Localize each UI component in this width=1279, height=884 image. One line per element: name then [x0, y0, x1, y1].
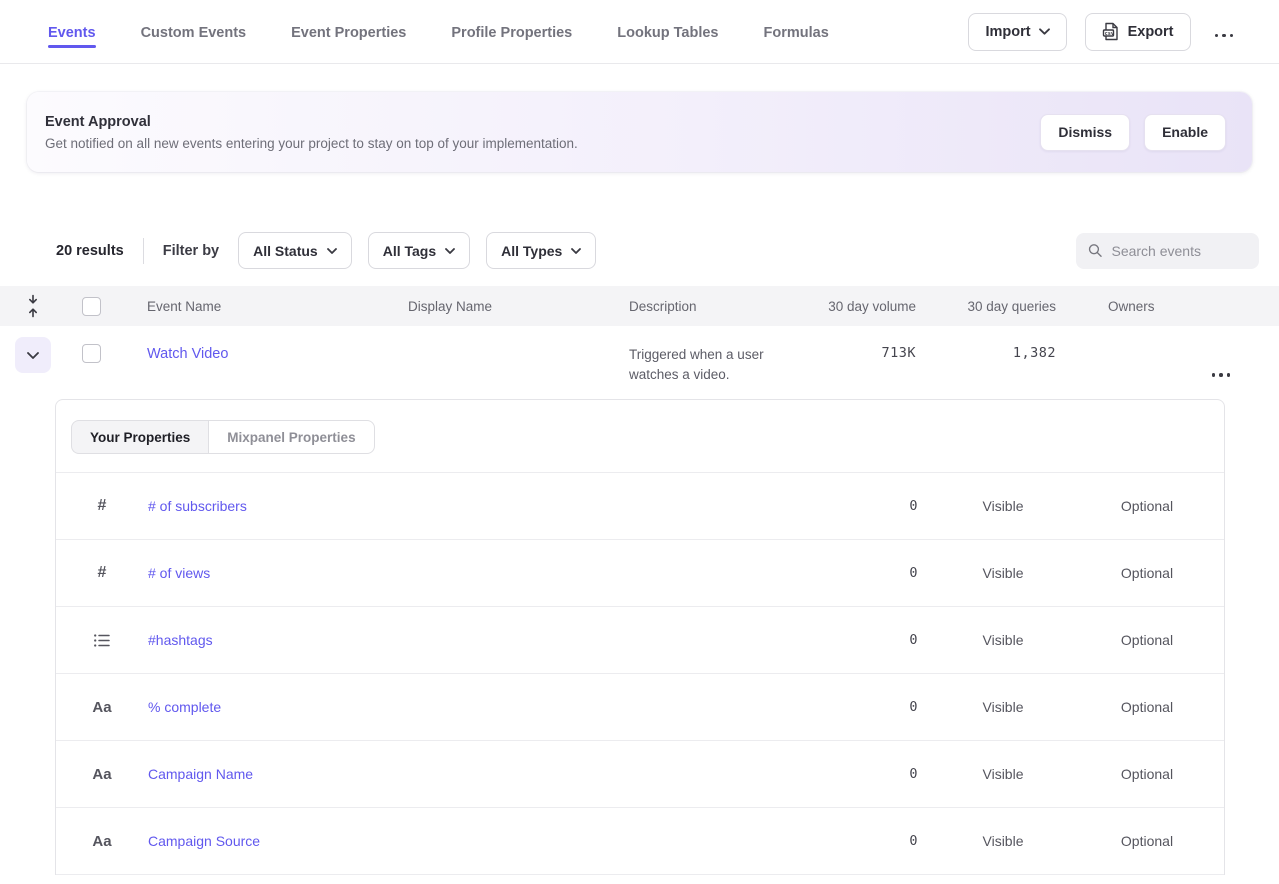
search-events-box[interactable]: [1076, 233, 1259, 269]
property-row: Aa % complete 0 Visible Optional: [56, 674, 1224, 741]
select-all-checkbox[interactable]: [82, 297, 101, 316]
enable-button[interactable]: Enable: [1144, 114, 1226, 151]
property-requirement: Optional: [1088, 632, 1206, 648]
property-queries: 0: [818, 833, 918, 849]
property-row: #hashtags 0 Visible Optional: [56, 607, 1224, 674]
chevron-down-icon: [571, 248, 581, 254]
results-count: 20 results: [56, 243, 124, 259]
tab-profile-properties[interactable]: Profile Properties: [451, 3, 572, 60]
tab-custom-events[interactable]: Custom Events: [141, 3, 247, 60]
csv-file-icon: csv: [1102, 22, 1120, 41]
property-row: Aa Campaign Name 0 Visible Optional: [56, 741, 1224, 808]
search-icon: [1088, 242, 1102, 259]
ellipsis-icon: [1212, 365, 1231, 377]
property-visibility: Visible: [918, 766, 1088, 782]
property-visibility: Visible: [918, 565, 1088, 581]
property-name-link[interactable]: Campaign Name: [148, 766, 818, 782]
column-30-day-queries: 30 day queries: [920, 299, 1060, 314]
event-properties-panel: Your Properties Mixpanel Properties # # …: [55, 399, 1225, 875]
property-name-link[interactable]: # of views: [148, 565, 818, 581]
ellipsis-icon: [1215, 26, 1234, 38]
svg-text:csv: csv: [1104, 31, 1113, 37]
property-visibility: Visible: [918, 699, 1088, 715]
chevron-down-icon: [1039, 28, 1050, 35]
chevron-down-icon: [445, 248, 455, 254]
tab-mixpanel-properties[interactable]: Mixpanel Properties: [208, 420, 374, 454]
column-event-name: Event Name: [131, 299, 392, 314]
tab-lookup-tables[interactable]: Lookup Tables: [617, 3, 718, 60]
property-name-link[interactable]: % complete: [148, 699, 818, 715]
collapse-row-button[interactable]: [15, 337, 51, 373]
text-type-icon: Aa: [92, 766, 111, 783]
property-name-link[interactable]: #hashtags: [148, 632, 818, 648]
status-filter-dropdown[interactable]: All Status: [238, 232, 352, 269]
property-visibility: Visible: [918, 833, 1088, 849]
tab-your-properties[interactable]: Your Properties: [71, 420, 208, 454]
collapse-all-icon[interactable]: [25, 293, 41, 319]
banner-description: Get notified on all new events entering …: [45, 136, 1040, 151]
tab-events[interactable]: Events: [48, 3, 96, 60]
nav-actions: Import csv Export: [968, 13, 1239, 51]
column-description: Description: [613, 299, 803, 314]
property-row: Aa Campaign Source 0 Visible Optional: [56, 808, 1224, 875]
events-table: Event Name Display Name Description 30 d…: [0, 286, 1279, 384]
event-approval-banner: Event Approval Get notified on all new e…: [27, 92, 1252, 172]
property-requirement: Optional: [1088, 565, 1206, 581]
banner-title: Event Approval: [45, 114, 1040, 130]
properties-tab-group: Your Properties Mixpanel Properties: [71, 420, 375, 454]
dismiss-button[interactable]: Dismiss: [1040, 114, 1130, 151]
list-type-icon: [94, 634, 110, 647]
property-queries: 0: [818, 498, 918, 514]
property-name-link[interactable]: Campaign Source: [148, 833, 818, 849]
property-visibility: Visible: [918, 498, 1088, 514]
column-30-day-volume: 30 day volume: [803, 299, 920, 314]
tags-filter-dropdown[interactable]: All Tags: [368, 232, 470, 269]
property-queries: 0: [818, 766, 918, 782]
column-owners: Owners: [1060, 299, 1180, 314]
nav-more-button[interactable]: [1209, 20, 1240, 44]
filter-by-label: Filter by: [163, 243, 219, 259]
search-input[interactable]: [1111, 243, 1247, 259]
property-row: # # of views 0 Visible Optional: [56, 540, 1224, 607]
event-description: Triggered when a user watches a video.: [629, 345, 803, 384]
number-type-icon: #: [98, 564, 107, 582]
import-button-label: Import: [985, 24, 1030, 40]
event-owners: [1060, 326, 1180, 345]
tab-formulas[interactable]: Formulas: [764, 3, 829, 60]
import-button[interactable]: Import: [968, 13, 1066, 51]
chevron-down-icon: [327, 248, 337, 254]
property-name-link[interactable]: # of subscribers: [148, 498, 818, 514]
top-navigation: Events Custom Events Event Properties Pr…: [0, 0, 1279, 64]
filter-toolbar: 20 results Filter by All Status All Tags…: [56, 232, 1259, 269]
event-name-link[interactable]: Watch Video: [147, 346, 228, 362]
property-queries: 0: [818, 565, 918, 581]
table-header-row: Event Name Display Name Description 30 d…: [0, 286, 1279, 326]
export-button[interactable]: csv Export: [1085, 13, 1191, 51]
types-filter-dropdown[interactable]: All Types: [486, 232, 596, 269]
property-queries: 0: [818, 699, 918, 715]
export-button-label: Export: [1128, 24, 1174, 40]
property-queries: 0: [818, 632, 918, 648]
divider: [143, 238, 144, 264]
text-type-icon: Aa: [92, 833, 111, 850]
column-display-name: Display Name: [392, 299, 613, 314]
row-more-button[interactable]: [1206, 359, 1237, 383]
property-requirement: Optional: [1088, 498, 1206, 514]
text-type-icon: Aa: [92, 699, 111, 716]
property-visibility: Visible: [918, 632, 1088, 648]
event-row-watch-video: Watch Video Triggered when a user watche…: [0, 326, 1279, 384]
property-row: # # of subscribers 0 Visible Optional: [56, 473, 1224, 540]
tab-event-properties[interactable]: Event Properties: [291, 3, 406, 60]
row-checkbox[interactable]: [82, 344, 101, 363]
property-requirement: Optional: [1088, 699, 1206, 715]
lexicon-tabs: Events Custom Events Event Properties Pr…: [48, 3, 829, 60]
chevron-down-icon: [27, 352, 39, 359]
number-type-icon: #: [98, 497, 107, 515]
event-display-name: [392, 326, 613, 345]
event-queries: 1,382: [920, 326, 1060, 361]
event-volume: 713K: [803, 326, 920, 361]
property-requirement: Optional: [1088, 833, 1206, 849]
property-requirement: Optional: [1088, 766, 1206, 782]
